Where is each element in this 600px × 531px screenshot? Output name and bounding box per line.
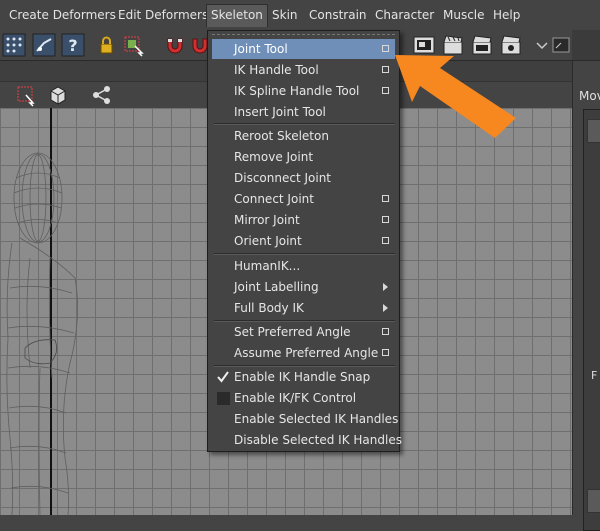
menu-skin[interactable]: Skin bbox=[268, 5, 302, 25]
panel-side-label: F bbox=[591, 369, 598, 382]
menu-item-full-body-ik[interactable]: Full Body IK bbox=[212, 298, 395, 318]
menu-constrain[interactable]: Constrain bbox=[305, 5, 371, 25]
skeleton-dropdown-menu: Joint Tool IK Handle Tool IK Spline Hand… bbox=[207, 30, 402, 452]
menu-item-label: Mirror Joint bbox=[234, 213, 300, 227]
option-box-icon[interactable] bbox=[382, 195, 389, 202]
menu-item-label: Enable IK/FK Control bbox=[234, 391, 357, 405]
menu-item-assume-preferred-angle[interactable]: Assume Preferred Angle bbox=[212, 343, 395, 363]
help-icon[interactable]: ? bbox=[61, 33, 85, 57]
annotation-arrow-icon bbox=[395, 55, 516, 138]
snap-points-icon[interactable] bbox=[2, 33, 26, 57]
menu-item-label: Insert Joint Tool bbox=[234, 105, 326, 119]
option-box-icon[interactable] bbox=[382, 328, 389, 335]
menu-item-label: Assume Preferred Angle bbox=[234, 346, 379, 360]
main-menubar: Create Deformers Edit Deformers Skeleton… bbox=[0, 0, 600, 31]
menu-item-label: Enable IK Handle Snap bbox=[234, 370, 371, 384]
menu-item-connect-joint[interactable]: Connect Joint bbox=[212, 189, 395, 209]
panel-button-top[interactable] bbox=[587, 119, 600, 143]
panel-button-bottom[interactable] bbox=[587, 489, 600, 513]
menu-item-label: Set Preferred Angle bbox=[234, 325, 351, 339]
lock-icon[interactable] bbox=[94, 33, 118, 57]
panel-inner-frame bbox=[583, 109, 600, 531]
menu-muscle[interactable]: Muscle bbox=[439, 5, 489, 25]
option-box-icon[interactable] bbox=[382, 216, 389, 223]
channel-box-panel: Mov F bbox=[572, 61, 600, 531]
menu-item-label: IK Handle Tool bbox=[234, 63, 319, 77]
menu-item-insert-joint-tool[interactable]: Insert Joint Tool bbox=[212, 102, 395, 122]
option-box-icon[interactable] bbox=[382, 237, 389, 244]
menu-item-set-preferred-angle[interactable]: Set Preferred Angle bbox=[212, 322, 395, 342]
menu-item-ik-handle-tool[interactable]: IK Handle Tool bbox=[212, 60, 395, 80]
menu-item-label: Reroot Skeleton bbox=[234, 129, 329, 143]
help-glyph: ? bbox=[68, 36, 77, 55]
menu-item-label: Joint Labelling bbox=[234, 280, 319, 294]
menu-item-label: HumanIK... bbox=[234, 259, 301, 273]
option-box-icon[interactable] bbox=[382, 349, 389, 356]
select-camera-icon[interactable] bbox=[14, 83, 38, 107]
submenu-arrow-icon bbox=[383, 304, 388, 312]
option-box-icon[interactable] bbox=[382, 66, 389, 73]
menu-item-label: Orient Joint bbox=[234, 234, 302, 248]
menu-create-deformers[interactable]: Create Deformers bbox=[5, 5, 120, 25]
menu-skeleton[interactable]: Skeleton bbox=[206, 4, 268, 27]
menu-item-remove-joint[interactable]: Remove Joint bbox=[212, 147, 395, 167]
panel-title: Mov bbox=[579, 89, 600, 103]
menu-item-enable-ik-fk-control[interactable]: Enable IK/FK Control bbox=[212, 388, 395, 408]
option-box-icon[interactable] bbox=[382, 87, 389, 94]
select-component-icon[interactable] bbox=[32, 33, 56, 57]
menu-item-mirror-joint[interactable]: Mirror Joint bbox=[212, 210, 395, 230]
menu-item-disconnect-joint[interactable]: Disconnect Joint bbox=[212, 168, 395, 188]
option-box-icon[interactable] bbox=[382, 45, 389, 52]
menu-item-humanik[interactable]: HumanIK... bbox=[212, 256, 395, 276]
menu-item-ik-spline-handle-tool[interactable]: IK Spline Handle Tool bbox=[212, 81, 395, 101]
menu-item-label: Disconnect Joint bbox=[234, 171, 332, 185]
share-nodes-icon[interactable] bbox=[90, 83, 114, 107]
menu-separator bbox=[214, 253, 395, 255]
menu-item-joint-tool[interactable]: Joint Tool bbox=[212, 39, 395, 59]
unchecked-box-icon bbox=[217, 392, 230, 405]
checkmark-icon bbox=[217, 371, 229, 383]
menu-item-label: Connect Joint bbox=[234, 192, 314, 206]
menu-item-reroot-skeleton[interactable]: Reroot Skeleton bbox=[212, 126, 395, 146]
panel-toolbar bbox=[0, 82, 206, 109]
menu-item-orient-joint[interactable]: Orient Joint bbox=[212, 231, 395, 251]
select-by-hierarchy-icon[interactable] bbox=[122, 33, 146, 57]
menu-item-label: Enable Selected IK Handles bbox=[234, 412, 399, 426]
menu-character[interactable]: Character bbox=[371, 5, 438, 25]
menu-item-label: Joint Tool bbox=[234, 42, 288, 56]
menu-separator bbox=[214, 123, 395, 125]
menu-item-label: Disable Selected IK Handles bbox=[234, 433, 402, 447]
menu-edit-deformers[interactable]: Edit Deformers bbox=[114, 5, 212, 25]
menu-item-disable-selected-ik-handles[interactable]: Disable Selected IK Handles bbox=[212, 430, 402, 450]
input-field-icon[interactable] bbox=[550, 33, 574, 57]
menu-item-enable-selected-ik-handles[interactable]: Enable Selected IK Handles bbox=[212, 409, 399, 429]
menu-item-label: Remove Joint bbox=[234, 150, 314, 164]
menu-item-joint-labelling[interactable]: Joint Labelling bbox=[212, 277, 395, 297]
cube-icon[interactable] bbox=[46, 83, 70, 107]
submenu-arrow-icon bbox=[383, 283, 388, 291]
menu-item-label: IK Spline Handle Tool bbox=[234, 84, 360, 98]
menu-item-label: Full Body IK bbox=[234, 301, 304, 315]
menu-item-enable-ik-handle-snap[interactable]: Enable IK Handle Snap bbox=[212, 367, 395, 387]
wireframe-figure bbox=[6, 152, 78, 515]
right-panel-top bbox=[572, 30, 600, 60]
menu-help[interactable]: Help bbox=[489, 5, 524, 25]
magnet-icon[interactable] bbox=[163, 33, 187, 57]
